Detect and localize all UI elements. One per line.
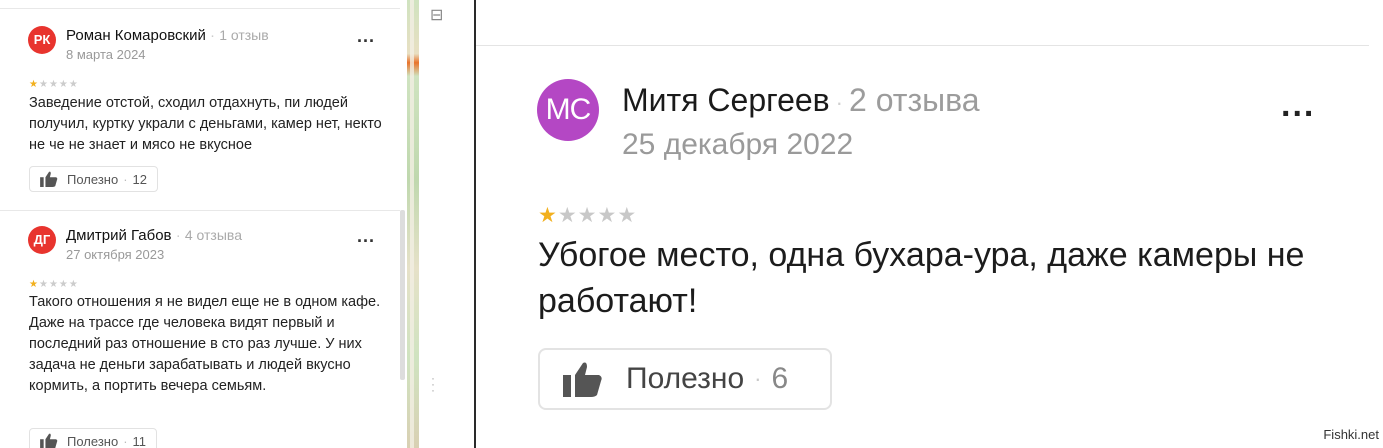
useful-button[interactable]: Полезно · 12 [29, 166, 158, 192]
reviewer-name-text[interactable]: Дмитрий Габов [66, 227, 172, 244]
resize-handle-icon[interactable]: · · · [431, 372, 435, 396]
left-review-panel: РК Роман Комаровский · 1 отзыв 8 марта 2… [0, 0, 407, 448]
review-count: 2 отзыва [849, 82, 980, 118]
star-icon: ★ [58, 79, 69, 90]
star-icon: ★ [577, 204, 598, 227]
avatar[interactable]: ДГ [28, 226, 56, 254]
useful-button[interactable]: Полезно · 11 [29, 428, 158, 448]
star-icon: ★ [38, 279, 49, 290]
star-icon: ★ [538, 204, 558, 227]
star-icon: ★ [48, 279, 59, 290]
star-icon: ★ [29, 79, 39, 90]
star-icon: ★ [38, 79, 49, 90]
map-background [407, 0, 419, 448]
divider [476, 45, 1369, 46]
thumbs-up-icon [40, 171, 58, 187]
reviewer-name-text[interactable]: Роман Комаровский [66, 27, 206, 44]
useful-label: Полезно [67, 433, 119, 448]
star-icon: ★ [557, 204, 578, 227]
scrollbar[interactable] [400, 210, 405, 380]
reviewer-name[interactable]: Митя Сергеев · 2 отзыва [622, 82, 980, 119]
useful-label: Полезно [626, 362, 745, 395]
thumbs-up-icon [40, 433, 58, 448]
useful-count: 11 [132, 433, 147, 448]
watermark: Fishki.net [1323, 427, 1379, 442]
useful-label: Полезно [67, 171, 119, 187]
review-count: 1 отзыв [219, 27, 269, 43]
avatar[interactable]: МС [537, 79, 599, 141]
star-icon: ★ [58, 279, 69, 290]
useful-button[interactable]: Полезно · 6 [538, 348, 832, 410]
divider [0, 8, 400, 9]
star-icon: ★ [597, 204, 618, 227]
more-dots-icon[interactable]: ... [357, 226, 375, 247]
divider [0, 210, 400, 211]
review-text: Убогое место, одна бухара-ура, даже каме… [538, 236, 1305, 320]
star-icon: ★ [29, 279, 39, 290]
more-dots-icon[interactable]: ... [1281, 86, 1315, 125]
star-rating: ★★★★★ [29, 279, 79, 290]
review-count: 4 отзыва [184, 227, 242, 243]
panel-border [474, 0, 476, 448]
review-text: Такого отношения я не видел еще не в одн… [29, 294, 381, 394]
useful-count: 12 [132, 171, 147, 187]
thumbs-up-icon [563, 362, 602, 397]
review-date: 25 декабря 2022 [622, 128, 854, 161]
reviewer-name[interactable]: Роман Комаровский · 1 отзыв [66, 27, 269, 44]
review-date: 27 октября 2023 [66, 247, 165, 262]
avatar[interactable]: РК [28, 26, 56, 54]
reviewer-name[interactable]: Дмитрий Габов · 4 отзыва [66, 227, 242, 244]
star-icon: ★ [68, 79, 79, 90]
panel-grip-icon: ⊟ [430, 7, 444, 24]
star-rating: ★★★★★ [29, 79, 79, 90]
review-text: Заведение отстой, сходил отдахнуть, пи л… [29, 95, 382, 153]
star-icon: ★ [617, 204, 638, 227]
map-road [410, 0, 414, 448]
star-icon: ★ [48, 79, 59, 90]
star-rating: ★★★★★ [538, 203, 637, 228]
reviewer-name-text[interactable]: Митя Сергеев [622, 82, 830, 118]
more-dots-icon[interactable]: ... [357, 26, 375, 47]
useful-count: 6 [771, 362, 789, 395]
star-icon: ★ [68, 279, 79, 290]
review-date: 8 марта 2024 [66, 47, 146, 62]
